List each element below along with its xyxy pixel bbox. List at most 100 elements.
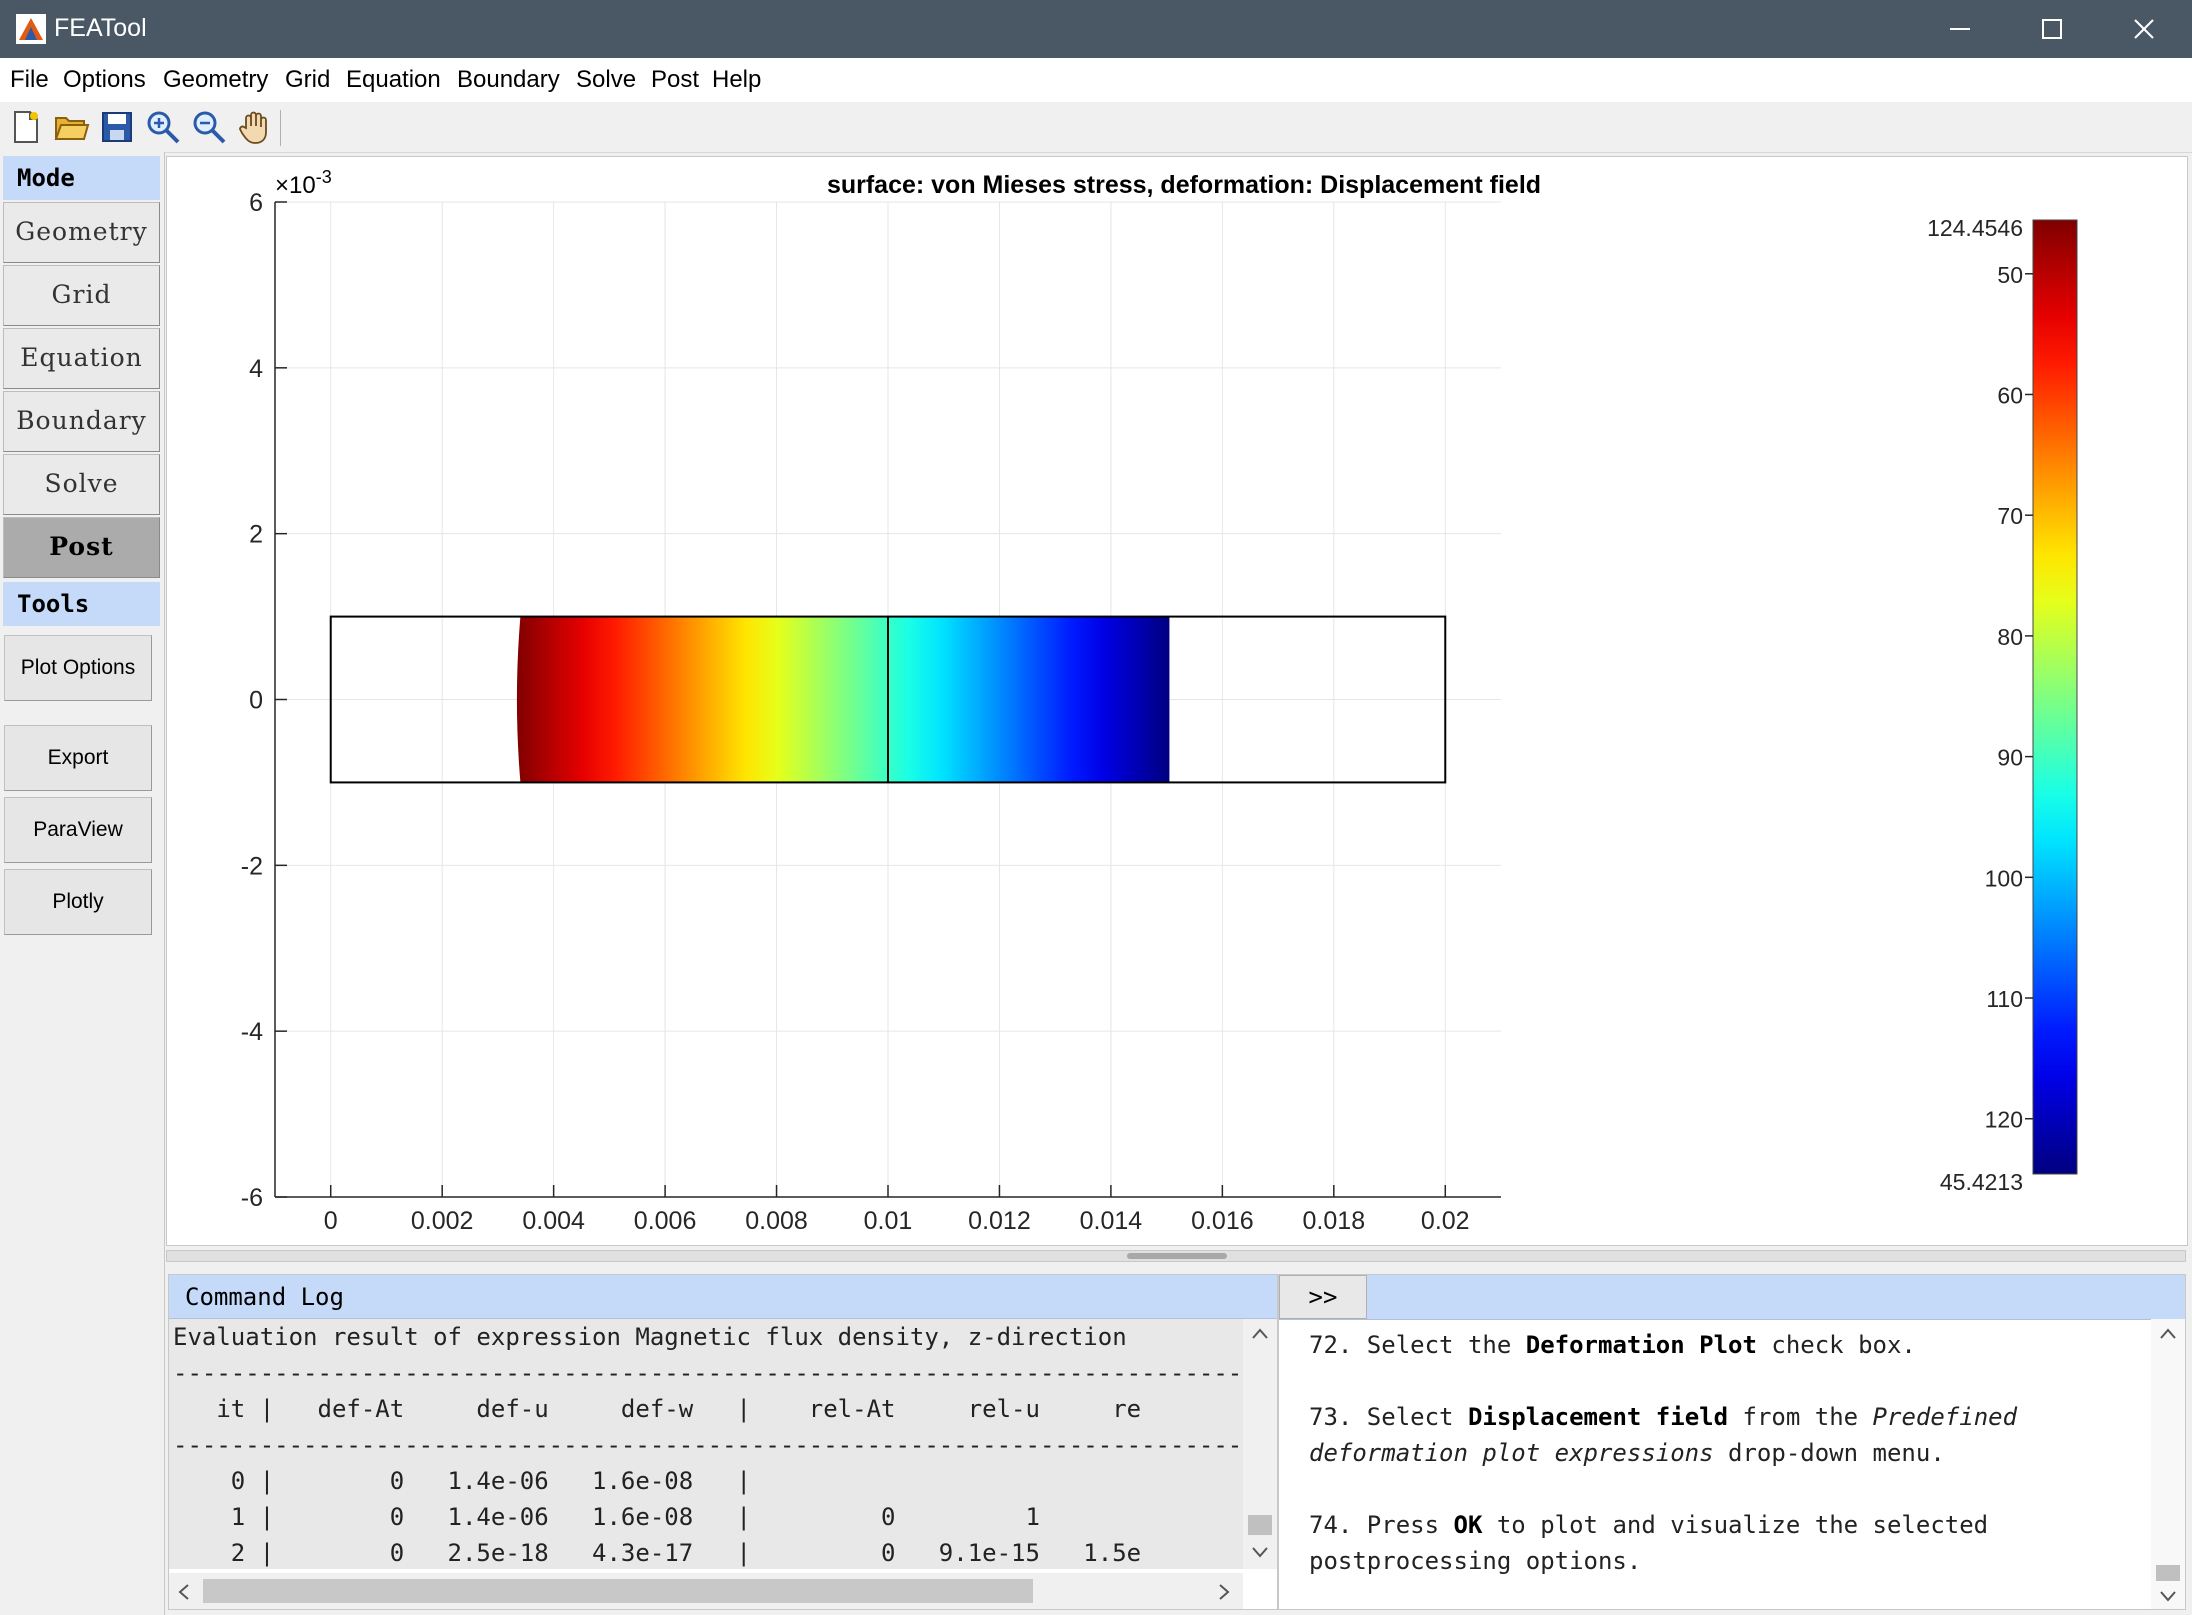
maximize-button[interactable] bbox=[2006, 0, 2098, 58]
menu-grid[interactable]: Grid bbox=[285, 66, 330, 94]
help-text-segment: from the bbox=[1728, 1403, 1873, 1431]
y-tick-label: 6 bbox=[249, 189, 263, 217]
help-text-segment: 72. Select the bbox=[1309, 1331, 1526, 1359]
x-tick-label: 0.016 bbox=[1191, 1207, 1254, 1235]
panel-splitter[interactable] bbox=[166, 1250, 2186, 1262]
minimize-icon bbox=[1950, 28, 1970, 30]
help-text-segment: 74. Press bbox=[1309, 1511, 1454, 1539]
y-tick-label: 4 bbox=[249, 355, 263, 383]
log-vertical-scrollbar[interactable] bbox=[1243, 1319, 1277, 1569]
command-log-body[interactable]: Evaluation result of expression Magnetic… bbox=[169, 1319, 1243, 1569]
x-tick-label: 0 bbox=[324, 1207, 338, 1235]
colorbar-gradient bbox=[2032, 219, 2078, 1175]
help-bold-segment: Displacement field bbox=[1467, 1403, 1729, 1431]
menu-boundary[interactable]: Boundary bbox=[457, 66, 560, 94]
save-icon[interactable] bbox=[98, 108, 136, 146]
paraview-button[interactable]: ParaView bbox=[4, 797, 152, 863]
help-step-74: 74. Press OK to plot and visualize the s… bbox=[1309, 1507, 2139, 1579]
mode-solve-button[interactable]: Solve bbox=[3, 454, 160, 515]
colorbar: 120 110 100 90 80 70 60 50 124.4546 45.4213 bbox=[1927, 215, 2078, 1195]
command-log-panel: Command Log Evaluation result of express… bbox=[168, 1274, 1278, 1610]
x-tick-label: 0.018 bbox=[1303, 1207, 1366, 1235]
plot-options-button[interactable]: Plot Options bbox=[4, 635, 152, 701]
menu-file[interactable]: File bbox=[10, 66, 49, 94]
colorbar-tick-label: 90 bbox=[1997, 745, 2023, 771]
mode-equation-button[interactable]: Equation bbox=[3, 328, 160, 389]
help-step-73: 73. Select Displacement field from the P… bbox=[1309, 1399, 2139, 1471]
window-title: FEATool bbox=[54, 14, 147, 42]
mode-section-header: Mode bbox=[3, 156, 160, 200]
scroll-up-icon[interactable] bbox=[2159, 1327, 2177, 1341]
stress-plot[interactable]: surface: von Mieses stress, deformation:… bbox=[167, 157, 2187, 1245]
log-vscroll-thumb[interactable] bbox=[1248, 1515, 1272, 1535]
scroll-left-icon[interactable] bbox=[177, 1583, 191, 1601]
x-tick-label: 0.006 bbox=[634, 1207, 697, 1235]
scroll-down-icon[interactable] bbox=[1251, 1545, 1269, 1559]
featool-logo-icon bbox=[16, 14, 46, 44]
help-text-segment: drop-down menu. bbox=[1713, 1439, 1945, 1467]
help-text-segment: check box. bbox=[1756, 1331, 1916, 1359]
splitter-grip[interactable] bbox=[1127, 1253, 1227, 1259]
colorbar-tick-label: 110 bbox=[1986, 986, 2023, 1012]
help-bold-segment: Deformation Plot bbox=[1525, 1331, 1757, 1359]
minimize-button[interactable] bbox=[1914, 0, 2006, 58]
close-button[interactable] bbox=[2098, 0, 2190, 58]
menu-solve[interactable]: Solve bbox=[576, 66, 636, 94]
new-file-icon[interactable] bbox=[6, 108, 44, 146]
title-bar: FEATool bbox=[0, 0, 2192, 58]
menu-bar: File Options Geometry Grid Equation Boun… bbox=[0, 58, 2192, 103]
x-tick-label: 0.012 bbox=[968, 1207, 1031, 1235]
log-line: Evaluation result of expression Magnetic… bbox=[173, 1323, 1127, 1351]
y-axis-exponent: ×10-3 bbox=[275, 167, 332, 199]
menu-options[interactable]: Options bbox=[63, 66, 146, 94]
y-exponent-base: ×10 bbox=[275, 172, 316, 199]
scroll-up-icon[interactable] bbox=[1251, 1327, 1269, 1341]
y-axis-ticks: 6 4 2 0 -2 -4 -6 bbox=[241, 189, 287, 1212]
pan-hand-icon[interactable] bbox=[236, 108, 274, 146]
colorbar-tick-label: 70 bbox=[1997, 503, 2023, 529]
close-icon bbox=[2134, 19, 2154, 39]
menu-equation[interactable]: Equation bbox=[346, 66, 441, 94]
x-axis-ticks: 0 0.002 0.004 0.006 0.008 0.01 0.012 0.014 0.016… bbox=[324, 1185, 1470, 1235]
export-button[interactable]: Export bbox=[4, 725, 152, 791]
help-panel: >> 72. Select the Deformation Plot check… bbox=[1278, 1274, 2186, 1610]
zoom-in-icon[interactable] bbox=[144, 108, 182, 146]
y-tick-label: -2 bbox=[241, 852, 263, 880]
menu-geometry[interactable]: Geometry bbox=[163, 66, 268, 94]
menu-help[interactable]: Help bbox=[712, 66, 761, 94]
zoom-out-icon[interactable] bbox=[190, 108, 228, 146]
plot-area[interactable]: surface: von Mieses stress, deformation:… bbox=[166, 156, 2188, 1246]
y-tick-label: 0 bbox=[249, 687, 263, 715]
help-vertical-scrollbar[interactable] bbox=[2151, 1319, 2185, 1609]
help-text-segment: 73. Select bbox=[1309, 1403, 1468, 1431]
help-header: >> bbox=[1279, 1275, 2185, 1320]
stress-surface bbox=[516, 616, 1170, 783]
log-hscroll-thumb[interactable] bbox=[203, 1579, 1033, 1603]
log-line: ----------------------------------------… bbox=[173, 1359, 1243, 1387]
help-step-72: 72. Select the Deformation Plot check bo… bbox=[1309, 1327, 2139, 1363]
y-tick-label: 2 bbox=[249, 521, 263, 549]
mode-grid-button[interactable]: Grid bbox=[3, 265, 160, 326]
colorbar-tick-label: 50 bbox=[1997, 262, 2023, 288]
mode-boundary-button[interactable]: Boundary bbox=[3, 391, 160, 452]
mode-post-button[interactable]: Post bbox=[3, 517, 160, 578]
y-tick-label: -4 bbox=[241, 1018, 263, 1046]
plotly-button[interactable]: Plotly bbox=[4, 869, 152, 935]
colorbar-max-label: 124.4546 bbox=[1927, 215, 2023, 241]
y-exponent-power: -3 bbox=[316, 167, 332, 187]
scroll-down-icon[interactable] bbox=[2159, 1589, 2177, 1603]
help-bold-segment: OK bbox=[1453, 1511, 1483, 1539]
log-horizontal-scrollbar[interactable] bbox=[169, 1573, 1243, 1609]
colorbar-tick-label: 120 bbox=[1985, 1107, 2023, 1133]
colorbar-min-label: 45.4213 bbox=[1940, 1169, 2023, 1195]
colorbar-tick-label: 60 bbox=[1997, 382, 2023, 408]
open-folder-icon[interactable] bbox=[52, 108, 90, 146]
expand-help-button[interactable]: >> bbox=[1279, 1275, 1367, 1319]
scroll-right-icon[interactable] bbox=[1217, 1583, 1231, 1601]
command-log-header: Command Log bbox=[169, 1275, 1277, 1319]
mode-geometry-button[interactable]: Geometry bbox=[3, 202, 160, 263]
help-vscroll-thumb[interactable] bbox=[2156, 1565, 2180, 1581]
menu-post[interactable]: Post bbox=[651, 66, 699, 94]
help-text: 72. Select the Deformation Plot check bo… bbox=[1309, 1327, 2139, 1609]
toolbar-separator bbox=[280, 110, 281, 146]
